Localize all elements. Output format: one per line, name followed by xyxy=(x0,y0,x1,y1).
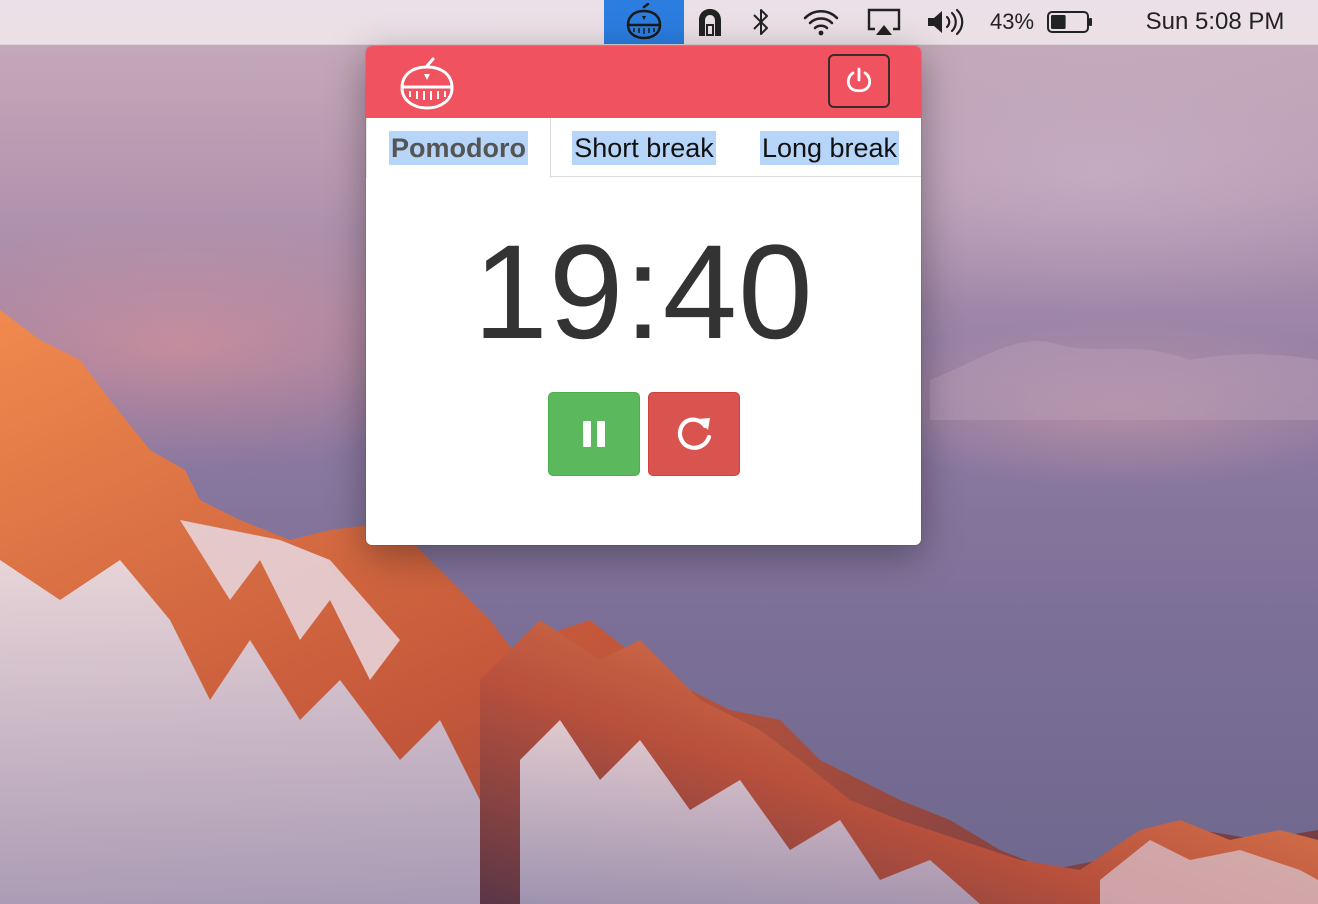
tab-label: Short break xyxy=(572,131,716,165)
menubar-bluetooth-button[interactable] xyxy=(744,0,778,44)
menubar-lock-button[interactable] xyxy=(690,0,730,44)
desktop-wallpaper: 43% Sun 5:08 PM Pomodoro Short break Lon… xyxy=(0,0,1318,904)
tab-long-break[interactable]: Long break xyxy=(738,118,921,178)
pomodoro-popover: Pomodoro Short break Long break 19:40 xyxy=(366,46,921,545)
menu-bar: 43% Sun 5:08 PM xyxy=(0,0,1318,45)
tab-pomodoro[interactable]: Pomodoro xyxy=(366,118,551,178)
reset-button[interactable] xyxy=(648,392,740,476)
tab-label: Long break xyxy=(759,131,900,165)
refresh-icon xyxy=(677,417,712,450)
battery-percentage: 43% xyxy=(989,9,1035,34)
battery-level-fill xyxy=(1051,15,1066,29)
tab-label: Pomodoro xyxy=(389,131,528,165)
menubar-tomato-timer-button[interactable] xyxy=(604,0,684,44)
pause-button[interactable] xyxy=(548,392,640,476)
menubar-wifi-button[interactable] xyxy=(798,0,844,44)
battery-icon xyxy=(1047,11,1092,33)
power-icon xyxy=(846,67,872,93)
bluetooth-icon xyxy=(753,9,768,35)
menubar-volume-button[interactable] xyxy=(922,0,972,44)
menubar-battery-button[interactable] xyxy=(1044,0,1096,44)
airplay-icon xyxy=(867,8,901,35)
menubar-clock[interactable]: Sun 5:08 PM xyxy=(1120,0,1310,44)
quit-button[interactable] xyxy=(828,54,890,108)
tomato-timer-icon xyxy=(400,57,454,110)
popover-header xyxy=(366,46,921,118)
tomato-timer-icon xyxy=(626,3,662,40)
timer-display: 19:40 xyxy=(473,218,814,367)
timer-mode-tabs: Pomodoro Short break Long break xyxy=(366,118,921,178)
menubar-airplay-button[interactable] xyxy=(862,0,906,44)
pause-icon xyxy=(583,421,605,447)
wifi-icon xyxy=(803,9,839,36)
volume-icon xyxy=(928,8,964,36)
tab-short-break[interactable]: Short break xyxy=(552,118,736,178)
lock-icon xyxy=(699,9,721,36)
